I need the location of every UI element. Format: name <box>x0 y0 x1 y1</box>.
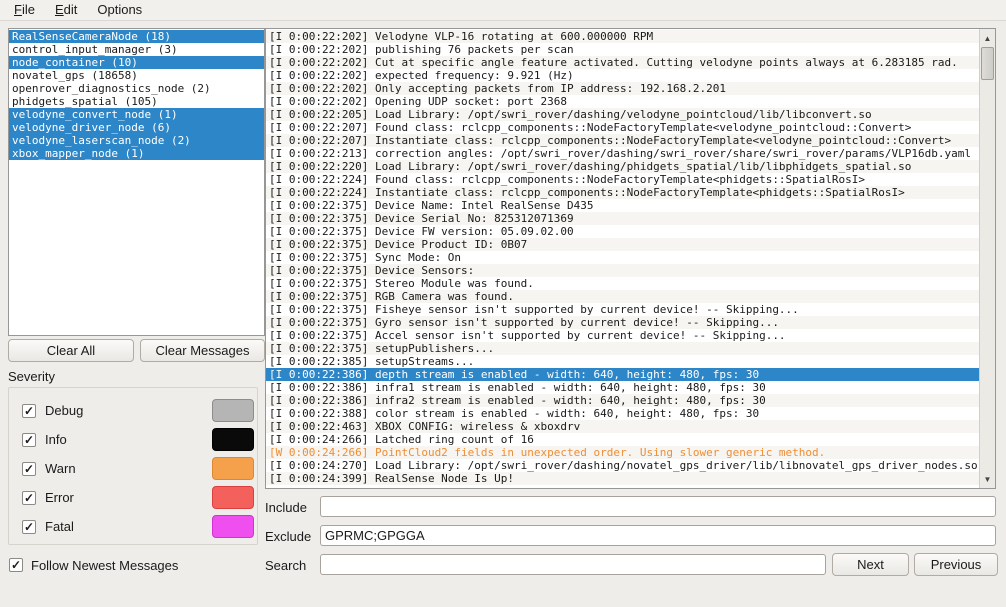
severity-checkbox-fatal[interactable]: ✓ <box>22 520 36 534</box>
log-row[interactable]: [I 0:00:22:205] Load Library: /opt/swri_… <box>266 108 979 121</box>
include-label: Include <box>265 500 307 515</box>
log-row[interactable]: [I 0:00:22:207] Found class: rclcpp_comp… <box>266 121 979 134</box>
severity-checkbox-info[interactable]: ✓ <box>22 433 36 447</box>
menu-file[interactable]: File <box>4 0 45 20</box>
exclude-label: Exclude <box>265 529 311 544</box>
severity-label-info: Info <box>45 432 67 447</box>
log-row[interactable]: [I 0:00:22:202] Opening UDP socket: port… <box>266 95 979 108</box>
severity-label-error: Error <box>45 490 74 505</box>
log-row[interactable]: [I 0:00:22:375] Sync Mode: On <box>266 251 979 264</box>
log-row[interactable]: [I 0:00:22:375] Device Sensors: <box>266 264 979 277</box>
severity-row-info: ✓ Info <box>9 428 257 451</box>
severity-title: Severity <box>8 369 55 384</box>
exclude-input[interactable] <box>320 525 996 546</box>
log-row[interactable]: [I 0:00:22:375] Accel sensor isn't suppo… <box>266 329 979 342</box>
log-row[interactable]: [I 0:00:22:386] infra1 stream is enabled… <box>266 381 979 394</box>
log-row[interactable]: [I 0:00:22:375] Gyro sensor isn't suppor… <box>266 316 979 329</box>
severity-checkbox-warn[interactable]: ✓ <box>22 462 36 476</box>
search-previous-button[interactable]: Previous <box>914 553 998 576</box>
scroll-up-icon[interactable]: ▲ <box>980 30 995 46</box>
node-list-item[interactable]: phidgets_spatial (105) <box>9 95 264 108</box>
log-row[interactable]: [I 0:00:22:202] Only accepting packets f… <box>266 82 979 95</box>
log-row[interactable]: [W 0:00:24:266] PointCloud2 fields in un… <box>266 446 979 459</box>
menu-bar: FileEditOptions <box>0 0 1006 21</box>
severity-row-error: ✓ Error <box>9 486 257 509</box>
log-panel: [I 0:00:22:202] Velodyne VLP-16 rotating… <box>265 28 996 489</box>
severity-color-swatch-warn[interactable] <box>212 457 254 480</box>
follow-newest-checkbox[interactable]: ✓ <box>9 558 23 572</box>
scroll-down-icon[interactable]: ▼ <box>980 471 995 487</box>
log-row[interactable]: [I 0:00:22:375] Device FW version: 05.09… <box>266 225 979 238</box>
log-row[interactable]: [I 0:00:22:224] Instantiate class: rclcp… <box>266 186 979 199</box>
log-row[interactable]: [I 0:00:22:463] XBOX CONFIG: wireless & … <box>266 420 979 433</box>
search-input[interactable] <box>320 554 826 575</box>
severity-row-warn: ✓ Warn <box>9 457 257 480</box>
severity-color-swatch-error[interactable] <box>212 486 254 509</box>
node-list-item[interactable]: RealSenseCameraNode (18) <box>9 30 264 43</box>
log-row[interactable]: [I 0:00:22:375] RGB Camera was found. <box>266 290 979 303</box>
severity-checkbox-debug[interactable]: ✓ <box>22 404 36 418</box>
scrollbar-thumb[interactable] <box>981 47 994 80</box>
log-row[interactable]: [I 0:00:22:385] setupStreams... <box>266 355 979 368</box>
log-row[interactable]: [I 0:00:24:266] Latched ring count of 16 <box>266 433 979 446</box>
severity-color-swatch-info[interactable] <box>212 428 254 451</box>
severity-label-fatal: Fatal <box>45 519 74 534</box>
severity-row-debug: ✓ Debug <box>9 399 257 422</box>
log-row[interactable]: [I 0:00:22:202] Velodyne VLP-16 rotating… <box>266 30 979 43</box>
log-row[interactable]: [I 0:00:22:375] Stereo Module was found. <box>266 277 979 290</box>
log-row[interactable]: [I 0:00:22:388] color stream is enabled … <box>266 407 979 420</box>
log-row[interactable]: [I 0:00:22:375] Device Name: Intel RealS… <box>266 199 979 212</box>
clear-all-button[interactable]: Clear All <box>8 339 134 362</box>
follow-newest-label: Follow Newest Messages <box>31 558 178 573</box>
log-row[interactable]: [I 0:00:22:375] Device Serial No: 825312… <box>266 212 979 225</box>
menu-options[interactable]: Options <box>87 0 152 20</box>
search-label: Search <box>265 558 306 573</box>
severity-label-warn: Warn <box>45 461 76 476</box>
severity-group: ✓ Debug ✓ Info ✓ Warn ✓ Error ✓ Fatal <box>8 387 258 545</box>
log-row[interactable]: [I 0:00:22:202] expected frequency: 9.92… <box>266 69 979 82</box>
node-list-item[interactable]: velodyne_driver_node (6) <box>9 121 264 134</box>
log-row[interactable]: [I 0:00:22:202] publishing 76 packets pe… <box>266 43 979 56</box>
node-list-item[interactable]: openrover_diagnostics_node (2) <box>9 82 264 95</box>
node-list-item[interactable]: xbox_mapper_node (1) <box>9 147 264 160</box>
log-row[interactable]: [I 0:00:22:224] Found class: rclcpp_comp… <box>266 173 979 186</box>
log-row[interactable]: [I 0:00:24:399] RealSense Node Is Up! <box>266 472 979 485</box>
severity-checkbox-error[interactable]: ✓ <box>22 491 36 505</box>
clear-messages-button[interactable]: Clear Messages <box>140 339 265 362</box>
severity-row-fatal: ✓ Fatal <box>9 515 257 538</box>
log-row[interactable]: [I 0:00:22:386] depth stream is enabled … <box>266 368 979 381</box>
log-row[interactable]: [I 0:00:22:386] infra2 stream is enabled… <box>266 394 979 407</box>
log-row[interactable]: [I 0:00:22:207] Instantiate class: rclcp… <box>266 134 979 147</box>
severity-color-swatch-debug[interactable] <box>212 399 254 422</box>
log-row[interactable]: [I 0:00:24:270] Load Library: /opt/swri_… <box>266 459 979 472</box>
severity-color-swatch-fatal[interactable] <box>212 515 254 538</box>
severity-label-debug: Debug <box>45 403 83 418</box>
log-row[interactable]: [I 0:00:22:375] Fisheye sensor isn't sup… <box>266 303 979 316</box>
menu-edit[interactable]: Edit <box>45 0 87 20</box>
log-row[interactable]: [I 0:00:22:375] Device Product ID: 0B07 <box>266 238 979 251</box>
node-list[interactable]: RealSenseCameraNode (18)control_input_ma… <box>8 28 265 336</box>
node-list-item[interactable]: novatel_gps (18658) <box>9 69 264 82</box>
log-row[interactable]: [I 0:00:22:202] Cut at specific angle fe… <box>266 56 979 69</box>
search-next-button[interactable]: Next <box>832 553 909 576</box>
include-input[interactable] <box>320 496 996 517</box>
log-message-list[interactable]: [I 0:00:22:202] Velodyne VLP-16 rotating… <box>266 30 979 488</box>
log-row[interactable]: [I 0:00:22:220] Load Library: /opt/swri_… <box>266 160 979 173</box>
log-scrollbar[interactable]: ▲ ▼ <box>979 29 995 488</box>
node-list-item[interactable]: velodyne_convert_node (1) <box>9 108 264 121</box>
log-row[interactable]: [I 0:00:22:213] correction angles: /opt/… <box>266 147 979 160</box>
node-list-item[interactable]: node_container (10) <box>9 56 264 69</box>
node-list-item[interactable]: velodyne_laserscan_node (2) <box>9 134 264 147</box>
node-list-item[interactable]: control_input_manager (3) <box>9 43 264 56</box>
log-row[interactable]: [I 0:00:22:375] setupPublishers... <box>266 342 979 355</box>
